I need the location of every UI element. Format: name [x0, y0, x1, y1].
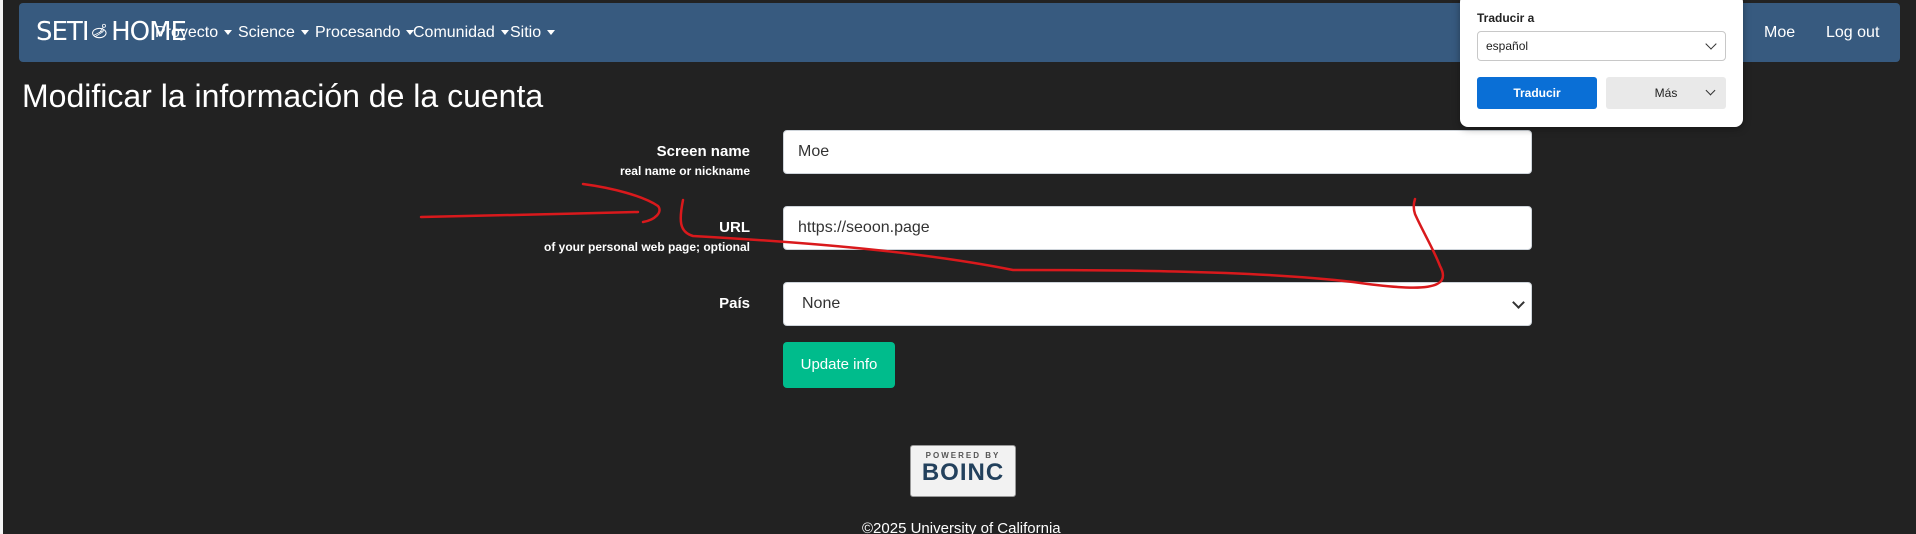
satellite-dish-icon	[92, 23, 108, 39]
url-label: URL	[719, 219, 750, 236]
language-value: español	[1486, 39, 1529, 53]
copyright: ©2025 University of California	[862, 520, 1061, 534]
nav-comunidad-label: Comunidad	[413, 24, 495, 41]
url-label-group: URL of your personal web page; optional	[544, 219, 750, 254]
nav-procesando-label: Procesando	[315, 24, 401, 41]
nav-proyecto-label: Proyecto	[155, 24, 219, 41]
country-select[interactable]: None	[783, 282, 1532, 326]
nav-proyecto[interactable]: Proyecto	[155, 3, 233, 62]
nav-comunidad[interactable]: Comunidad	[413, 3, 509, 62]
chevron-down-icon	[1705, 85, 1716, 96]
chevron-down-icon	[1512, 296, 1525, 309]
translate-label: Traducir a	[1477, 11, 1535, 25]
badge-boinc-logo: BOINC	[921, 459, 1005, 486]
url-hint: of your personal web page; optional	[543, 240, 750, 254]
update-info-button[interactable]: Update info	[783, 342, 895, 388]
more-button-label: Más	[1654, 86, 1678, 100]
country-label-group: País	[719, 295, 750, 312]
country-label: País	[719, 295, 750, 312]
language-select[interactable]: español	[1477, 31, 1726, 61]
user-link[interactable]: Moe	[1764, 3, 1795, 62]
caret-down-icon	[547, 30, 556, 36]
screen-name-input[interactable]: Moe	[783, 130, 1532, 174]
nav-sitio-label: Sitio	[510, 24, 542, 41]
page-title: Modificar la información de la cuenta	[22, 78, 544, 114]
chevron-down-icon	[1705, 38, 1717, 50]
brand-seti: SETI	[36, 17, 89, 47]
screen-name-label: Screen name	[656, 143, 750, 160]
page: SETI HOME Proyecto Science Procesando Co…	[3, 0, 1916, 534]
nav-science[interactable]: Science	[238, 3, 309, 62]
nav-sitio[interactable]: Sitio	[510, 3, 556, 62]
screen-name-hint: real name or nickname	[619, 164, 750, 178]
translate-button[interactable]: Traducir	[1477, 77, 1597, 109]
nav-science-label: Science	[238, 24, 295, 41]
more-button[interactable]: Más	[1606, 77, 1726, 109]
screen-name-value: Moe	[798, 143, 830, 160]
url-value: https://seoon.page	[798, 219, 930, 236]
powered-by-boinc-badge[interactable]: POWERED BY BOINC	[910, 445, 1016, 497]
logout-link[interactable]: Log out	[1826, 3, 1879, 62]
screen-name-label-group: Screen name real name or nickname	[620, 143, 750, 178]
url-input[interactable]: https://seoon.page	[783, 206, 1532, 250]
caret-down-icon	[224, 30, 233, 36]
caret-down-icon	[500, 30, 509, 36]
country-value: None	[802, 295, 841, 312]
caret-down-icon	[300, 30, 309, 36]
nav-procesando[interactable]: Procesando	[315, 3, 415, 62]
translate-popup: Traducir a español Traducir Más	[1460, 0, 1743, 127]
